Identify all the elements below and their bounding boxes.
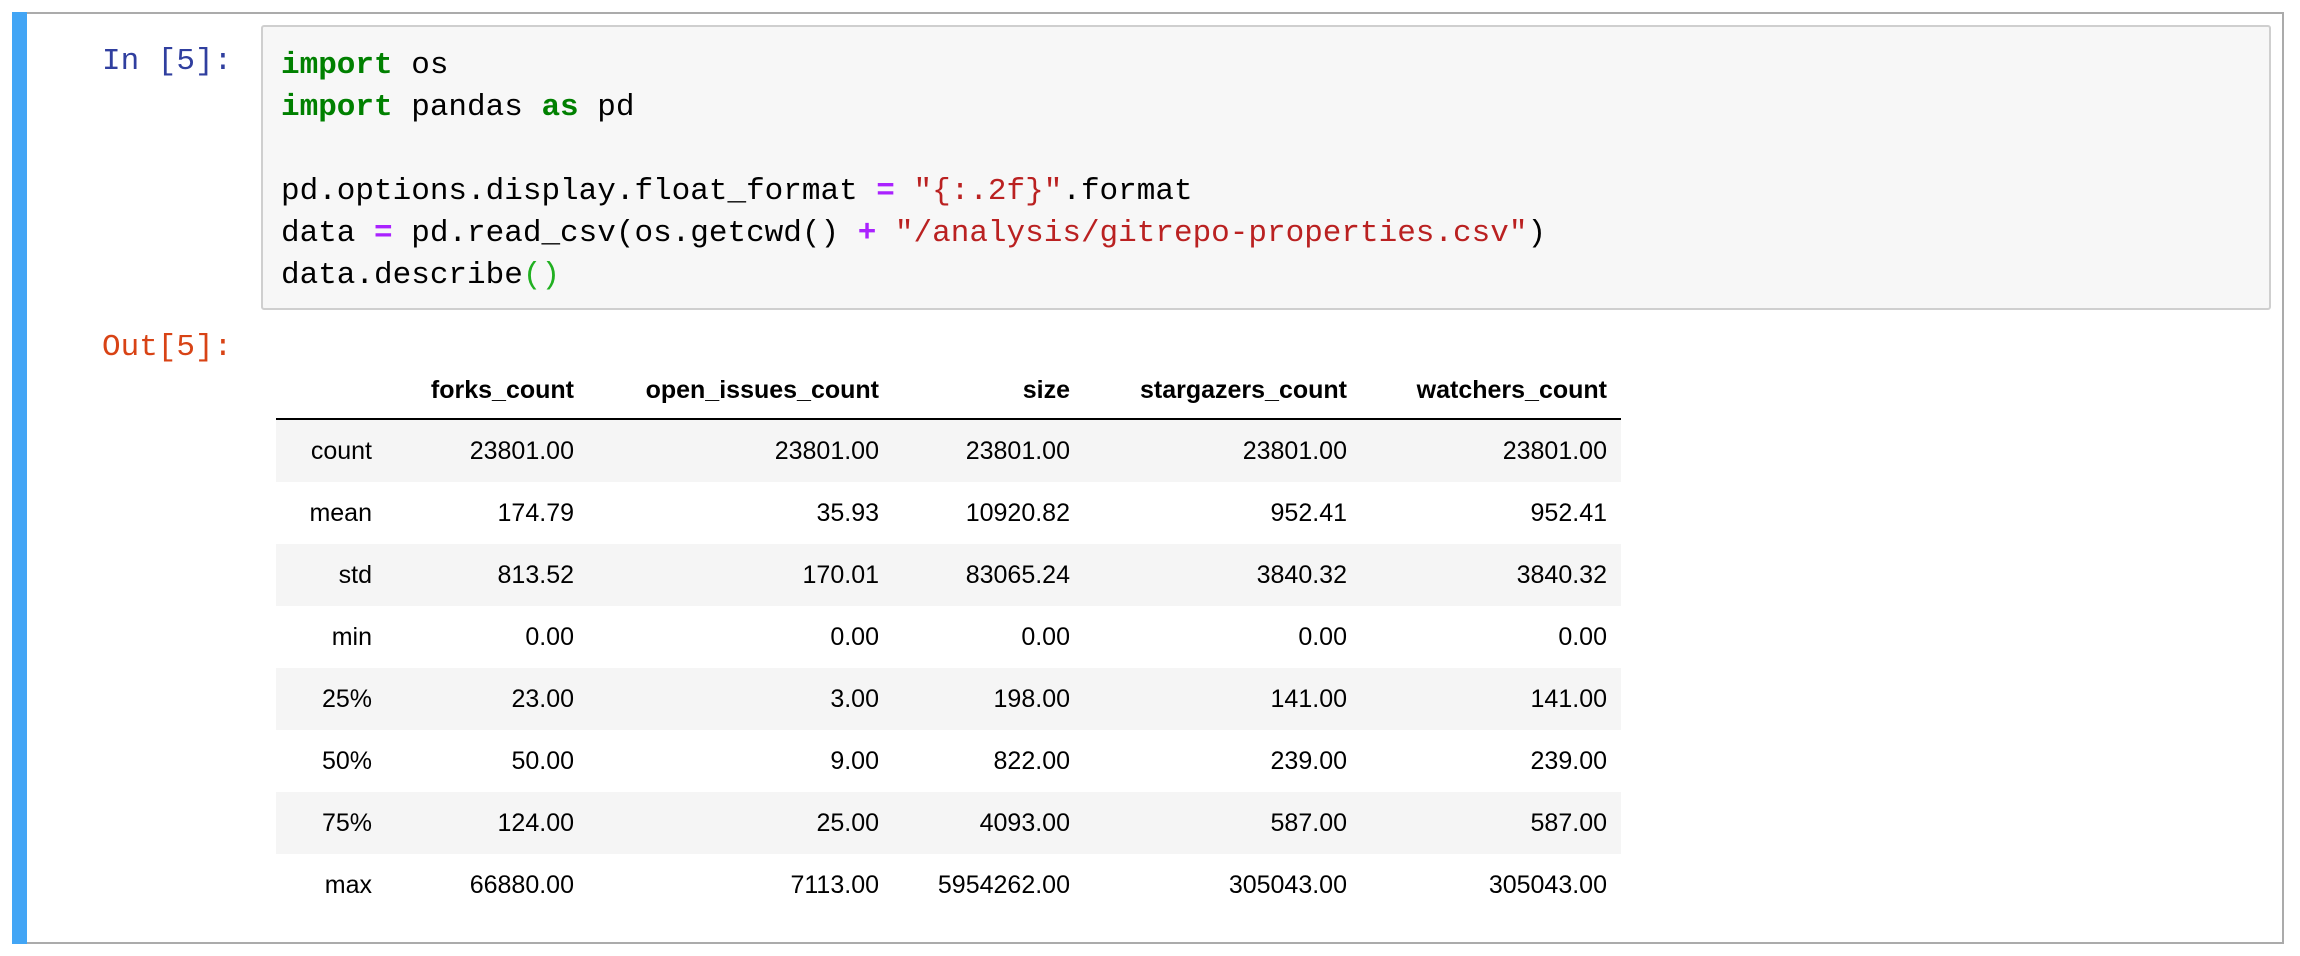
table-cell: 23801.00 <box>774 436 879 465</box>
table-cell: 23801.00 <box>469 436 574 465</box>
code-token: pd.options.display.float_format <box>281 174 877 209</box>
code-token: as <box>541 90 579 125</box>
row-label: 75% <box>321 808 372 837</box>
table-cell: 822.00 <box>993 746 1070 775</box>
code-token: data <box>281 216 375 251</box>
table-row: 50% 50.00 9.00 822.00 239.00 239.00 <box>276 730 1621 792</box>
code-token: "{:.2f}" <box>913 174 1063 209</box>
table-cell: 952.41 <box>1530 498 1607 527</box>
table-cell: 239.00 <box>1270 746 1347 775</box>
code-token: data.describe <box>281 258 523 293</box>
table-row: max 66880.00 7113.00 5954262.00 305043.00 305… <box>276 854 1621 916</box>
table-cell: 4093.00 <box>979 808 1070 837</box>
table-cell: 3840.32 <box>1516 560 1607 589</box>
code-token: pandas <box>392 90 542 125</box>
code-token: ) <box>1527 216 1547 251</box>
table-cell: 10920.82 <box>965 498 1070 527</box>
table-cell: 198.00 <box>993 684 1070 713</box>
table-row: 25% 23.00 3.00 198.00 141.00 141.00 <box>276 668 1621 730</box>
table-cell: 50.00 <box>511 746 574 775</box>
code-token: () <box>522 258 561 293</box>
table-header-row: forks_count open_issues_count size stargaze… <box>276 362 1621 420</box>
code-line: data = pd.read_csv(os.getcwd() + "/analy… <box>281 213 2251 255</box>
code-token: = <box>374 216 393 251</box>
table-cell: 305043.00 <box>1488 870 1607 899</box>
table-cell: 23801.00 <box>1242 436 1347 465</box>
code-token: + <box>857 216 877 251</box>
table-cell: 0.00 <box>1021 622 1070 651</box>
row-label: min <box>331 622 372 651</box>
table-cell: 141.00 <box>1530 684 1607 713</box>
table-row: mean 174.79 35.93 10920.82 952.41 952.41 <box>276 482 1621 544</box>
table-cell: 0.00 <box>830 622 879 651</box>
row-label: 50% <box>321 746 372 775</box>
code-token: import <box>281 90 393 125</box>
output-prompt: Out[5]: <box>102 330 233 365</box>
table-cell: 7113.00 <box>790 870 879 899</box>
table-cell: 3.00 <box>830 684 879 713</box>
code-token: = <box>876 174 895 209</box>
table-cell: 174.79 <box>497 498 574 527</box>
code-editor[interactable]: import os import pandas as pd pd.options.d… <box>261 25 2271 310</box>
table-cell: 124.00 <box>497 808 574 837</box>
column-header: size <box>893 362 1084 420</box>
column-header: stargazers_count <box>1084 362 1361 420</box>
column-header: forks_count <box>386 362 588 420</box>
row-label: mean <box>309 498 372 527</box>
table-cell: 239.00 <box>1530 746 1607 775</box>
code-line: import os <box>281 45 2251 87</box>
code-line: data.describe() <box>281 255 2251 297</box>
table-row: min 0.00 0.00 0.00 0.00 0.00 <box>276 606 1621 668</box>
code-token: os <box>392 48 449 83</box>
table-cell: 141.00 <box>1270 684 1347 713</box>
row-label: count <box>310 436 372 465</box>
code-token: "/analysis/gitrepo-properties.csv" <box>894 216 1528 251</box>
code-token: import <box>281 48 393 83</box>
table-cell: 3840.32 <box>1256 560 1347 589</box>
code-token: pd.read_csv(os.getcwd() <box>392 216 858 251</box>
table-row: 75% 124.00 25.00 4093.00 587.00 587.00 <box>276 792 1621 854</box>
selected-cell-indicator <box>12 12 27 944</box>
table-cell: 587.00 <box>1270 808 1347 837</box>
table-cell: 9.00 <box>830 746 879 775</box>
table-cell: 35.93 <box>816 498 879 527</box>
table-cell: 23801.00 <box>965 436 1070 465</box>
table-cell: 170.01 <box>802 560 879 589</box>
column-header: open_issues_count <box>588 362 893 420</box>
table-cell: 305043.00 <box>1228 870 1347 899</box>
table-cell: 23.00 <box>511 684 574 713</box>
table-cell: 0.00 <box>525 622 574 651</box>
code-line: import pandas as pd <box>281 87 2251 129</box>
table-row: count 23801.00 23801.00 23801.00 23801.00 238… <box>276 419 1621 482</box>
code-token: pd <box>578 90 635 125</box>
row-label: max <box>324 870 372 899</box>
table-cell: 5954262.00 <box>937 870 1070 899</box>
table-cell: 83065.24 <box>965 560 1070 589</box>
table-cell: 0.00 <box>1558 622 1607 651</box>
table-cell: 25.00 <box>816 808 879 837</box>
column-header: watchers_count <box>1361 362 1621 420</box>
table-cell: 813.52 <box>497 560 574 589</box>
table-cell: 66880.00 <box>469 870 574 899</box>
table-cell: 952.41 <box>1270 498 1347 527</box>
table-cell: 587.00 <box>1530 808 1607 837</box>
code-line: pd.options.display.float_format = "{:.2f… <box>281 171 2251 213</box>
table-cell: 0.00 <box>1298 622 1347 651</box>
code-token: .format <box>1062 174 1193 209</box>
input-prompt: In [5]: <box>102 44 233 79</box>
column-header <box>276 362 386 420</box>
table-row: std 813.52 170.01 83065.24 3840.32 3840.32 <box>276 544 1621 606</box>
row-label: 25% <box>321 684 372 713</box>
row-label: std <box>338 560 372 589</box>
table-cell: 23801.00 <box>1502 436 1607 465</box>
describe-output-table: forks_count open_issues_count size stargaze… <box>276 362 1621 916</box>
